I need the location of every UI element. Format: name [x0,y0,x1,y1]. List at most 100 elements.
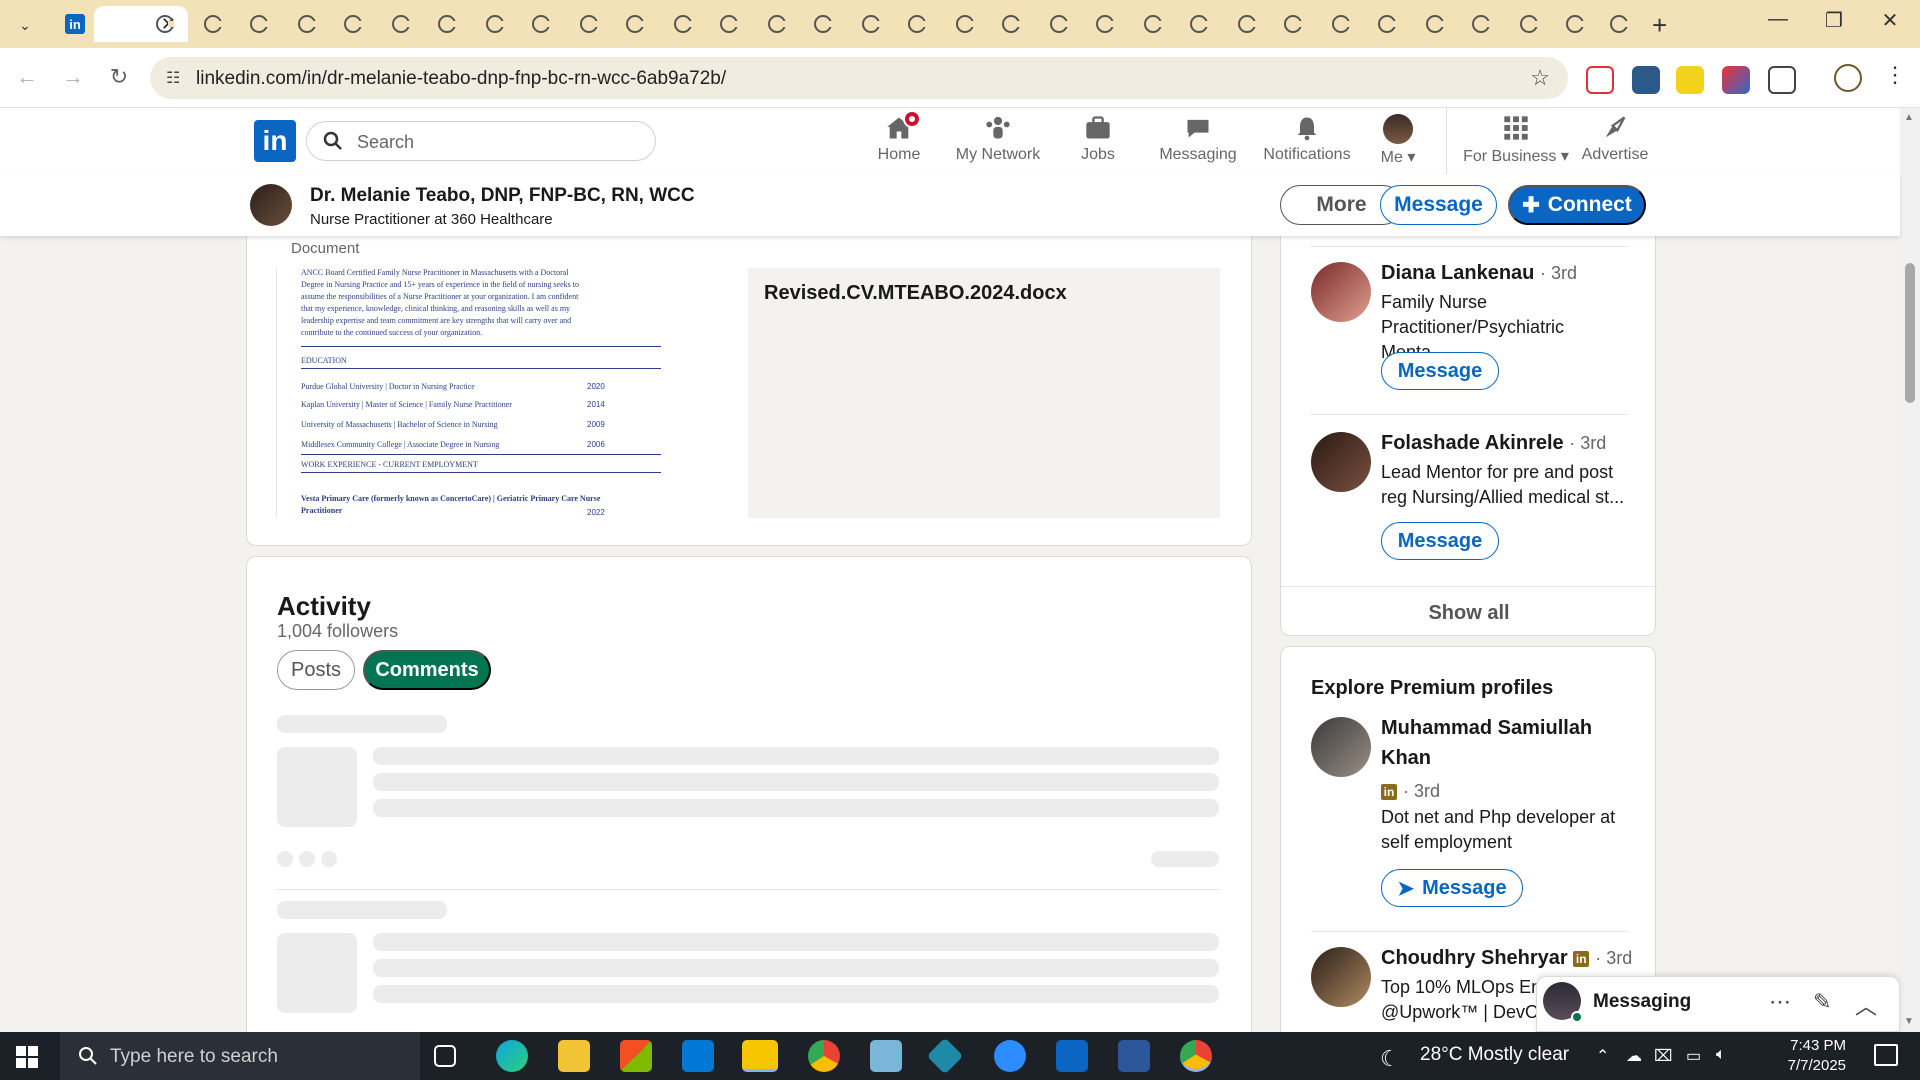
tab[interactable] [754,6,800,42]
chrome-icon[interactable] [808,1040,840,1072]
outlook-icon[interactable] [1056,1040,1088,1072]
avatar[interactable] [1311,262,1371,322]
tab[interactable] [1596,6,1642,42]
tab[interactable] [848,6,894,42]
posts-filter-button[interactable]: Posts [277,650,355,690]
bookmark-star-icon[interactable]: ☆ [1530,65,1550,91]
tab[interactable] [1412,6,1458,42]
tab[interactable] [612,6,658,42]
chevron-up-icon[interactable]: ︿ [1855,989,1877,1021]
tab[interactable] [988,6,1034,42]
extension-colorful-icon[interactable] [1722,66,1750,94]
person-name[interactable]: Diana Lankenau · 3rd [1381,262,1577,285]
document-meta-panel[interactable]: Revised.CV.MTEABO.2024.docx [748,268,1220,518]
clock[interactable]: 7:43 PM 7/7/2025 [1756,1036,1846,1076]
tab[interactable] [330,6,376,42]
nav-home[interactable]: Home [872,110,926,172]
linkedin-logo[interactable]: in [254,120,296,162]
nav-for-business[interactable]: For Business ▾ [1460,114,1572,172]
network-icon[interactable]: ▭ [1686,1046,1701,1066]
camera-icon[interactable]: ⌧ [1654,1046,1672,1066]
tab[interactable] [236,6,282,42]
tab[interactable] [424,6,470,42]
tab[interactable] [284,6,330,42]
address-bar[interactable]: ☷ linkedin.com/in/dr-melanie-teabo-dnp-f… [150,57,1568,99]
tab[interactable] [378,6,424,42]
document-preview[interactable]: ANCC Board Certified Family Nurse Practi… [276,268,748,518]
show-all-button[interactable]: Show all [1281,602,1657,625]
tab[interactable] [942,6,988,42]
followers-count[interactable]: 1,004 followers [277,621,398,642]
scroll-down-arrow-icon[interactable]: ▼ [1904,1016,1914,1027]
tab[interactable] [800,6,846,42]
message-button[interactable]: Message [1380,185,1497,225]
more-options-icon[interactable]: ⋯ [1769,989,1791,1015]
nav-advertise[interactable]: Advertise [1582,114,1648,172]
close-window-icon[interactable]: ✕ [1870,8,1910,33]
person-name[interactable]: Muhammad Samiullah [1381,717,1592,740]
weather-text[interactable]: 28°C Mostly clear [1420,1044,1569,1066]
restore-icon[interactable]: ❐ [1814,8,1854,33]
extension-meet-icon[interactable] [1632,66,1660,94]
reload-icon[interactable]: ↻ [104,64,134,90]
tab[interactable] [660,6,706,42]
word-icon[interactable] [1118,1040,1150,1072]
tab[interactable] [1130,6,1176,42]
messaging-overlay[interactable]: Messaging ⋯ ✎ ︿ [1536,976,1900,1032]
message-button[interactable]: ➤ Message [1381,869,1523,907]
task-view-icon[interactable] [434,1045,456,1067]
page-scrollbar[interactable]: ▲ ▼ [1900,108,1920,1032]
volume-icon[interactable]: 🔈︎ [1716,1046,1726,1064]
tab[interactable] [1224,6,1270,42]
sticky-notes-icon[interactable] [742,1040,778,1072]
forward-arrow-icon[interactable]: → [58,64,88,90]
tab[interactable] [1458,6,1504,42]
nav-jobs[interactable]: Jobs [1076,114,1120,172]
avatar[interactable] [1311,717,1371,777]
avatar[interactable] [1311,432,1371,492]
tab[interactable] [1270,6,1316,42]
zoom-icon[interactable] [994,1040,1026,1072]
tab[interactable] [1552,6,1598,42]
extension-pokeball-icon[interactable] [1586,66,1614,94]
person-name[interactable]: Choudhry Shehryar in · 3rd [1381,947,1632,970]
extensions-puzzle-icon[interactable] [1768,66,1796,94]
nav-my-network[interactable]: My Network [952,114,1044,172]
app-diamond-icon[interactable] [926,1037,964,1075]
mail-icon[interactable] [682,1040,714,1072]
person-name[interactable]: Folashade Akinrele · 3rd [1381,432,1606,455]
store-icon[interactable] [620,1040,652,1072]
tab[interactable] [1082,6,1128,42]
extension-asterisk-icon[interactable] [1676,66,1704,94]
message-button[interactable]: Message [1381,522,1499,560]
tab[interactable] [1364,6,1410,42]
tab[interactable] [706,6,752,42]
tab[interactable] [1506,6,1552,42]
tab[interactable] [1176,6,1222,42]
back-arrow-icon[interactable]: ← [12,64,42,90]
edge-icon[interactable] [496,1040,528,1072]
site-info-icon[interactable]: ☷ [166,68,186,88]
compose-icon[interactable]: ✎ [1813,989,1831,1015]
windows-start-icon[interactable] [16,1046,38,1068]
connect-button[interactable]: ✚ Connect [1508,185,1646,225]
tab[interactable] [566,6,612,42]
tab-linkedin[interactable]: in [52,6,98,42]
tab[interactable] [472,6,518,42]
browser-menu-icon[interactable]: ⋮ [1884,62,1906,88]
tab[interactable] [1036,6,1082,42]
nav-messaging[interactable]: Messaging [1156,114,1240,172]
new-tab-button[interactable]: + [1652,10,1667,41]
chrome-active-icon[interactable] [1180,1040,1212,1072]
url-text[interactable]: linkedin.com/in/dr-melanie-teabo-dnp-fnp… [196,68,726,90]
nav-me[interactable]: Me ▾ [1374,114,1422,172]
app-icon[interactable] [870,1040,902,1072]
notification-center-icon[interactable] [1874,1044,1898,1066]
file-explorer-icon[interactable] [558,1040,590,1072]
person-name[interactable]: Khan [1381,747,1431,770]
show-hidden-icons-icon[interactable]: ⌃ [1596,1046,1609,1066]
search-input[interactable] [357,130,637,154]
avatar[interactable] [250,184,292,226]
browser-profile-icon[interactable] [1834,64,1862,92]
tab[interactable] [518,6,564,42]
